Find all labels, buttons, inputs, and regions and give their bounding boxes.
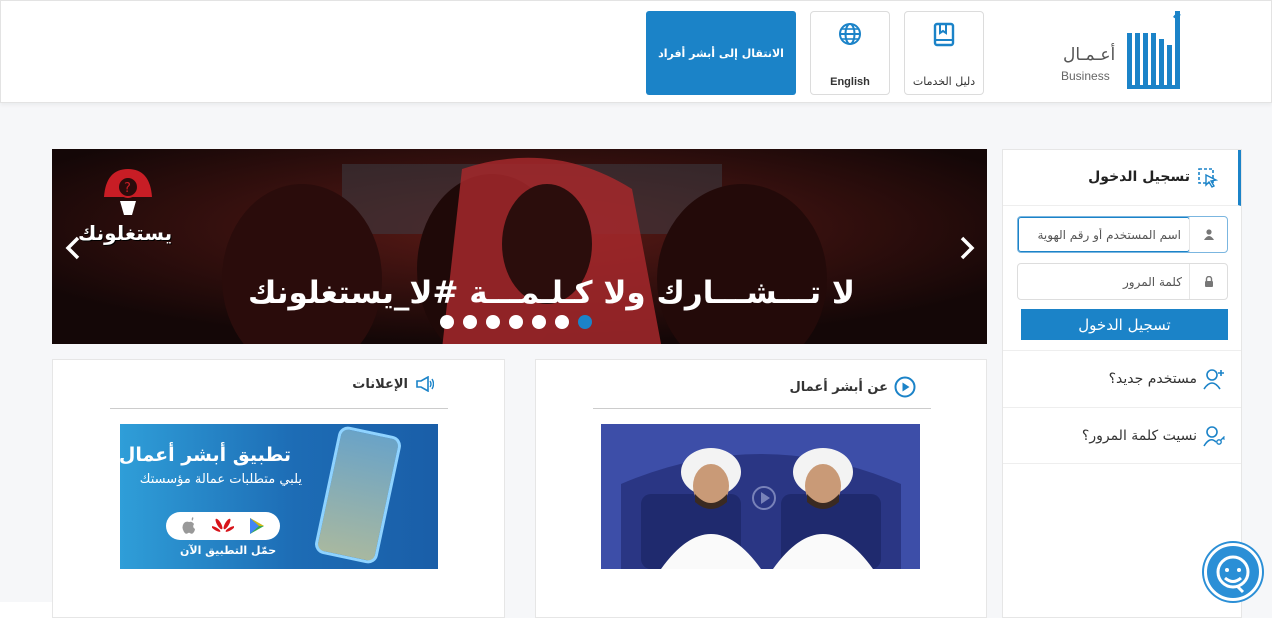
campaign-name: يستغلونك <box>78 221 173 245</box>
about-title: عن أبشر أعمال <box>790 376 917 398</box>
play-circle-icon <box>894 376 916 398</box>
hero-carousel: ? يستغلونك <box>52 149 987 344</box>
top-header: أعـمـال Business دليل الخدمات English ال… <box>0 0 1272 103</box>
logo-text-arabic: أعـمـال <box>1063 45 1116 65</box>
about-title-text: عن أبشر أعمال <box>789 379 889 395</box>
carousel-prev-arrow-icon[interactable] <box>62 236 86 260</box>
carousel-indicators <box>440 315 592 329</box>
services-guide-label: دليل الخدمات <box>912 75 976 88</box>
app-store-badges <box>166 512 280 540</box>
user-key-icon <box>1203 425 1225 446</box>
carousel-dot[interactable] <box>463 315 477 329</box>
huawei-icon <box>211 518 234 532</box>
password-input[interactable] <box>1018 264 1190 299</box>
app-ad-banner[interactable]: تطبيق أبشر أعمال يلبي متطلبات عمالة مؤسس… <box>120 424 438 569</box>
username-input[interactable] <box>1018 217 1190 252</box>
banner-headline: لا تـــشـــارك ولا كـلـمـــة #لا_يستغلون… <box>248 275 855 311</box>
forgot-password-link[interactable]: نسيت كلمة المرور؟ <box>1003 407 1241 464</box>
services-guide-button[interactable]: دليل الخدمات <box>904 11 984 95</box>
carousel-dot[interactable] <box>509 315 523 329</box>
login-header: تسجيل الدخول <box>1003 150 1241 206</box>
language-label: English <box>830 76 870 88</box>
login-submit-button[interactable]: تسجيل الدخول <box>1021 309 1228 340</box>
book-icon <box>933 22 955 47</box>
google-play-icon <box>249 518 264 534</box>
ad-title: تطبيق أبشر أعمال <box>120 444 291 466</box>
announcements-title-text: الإعلانات <box>352 376 408 392</box>
announcements-card: الإعلانات تطبيق أبشر أعمال يلبي متطلبات … <box>52 359 505 618</box>
new-user-link[interactable]: مستخدم جديد؟ <box>1003 350 1241 407</box>
new-user-label: مستخدم جديد؟ <box>1108 371 1197 387</box>
login-title: تسجيل الدخول <box>1088 169 1190 185</box>
login-panel: تسجيل الدخول تسجيل الدخول مستخدم جديد؟ ن… <box>1002 149 1242 618</box>
phone-illustration <box>313 424 403 566</box>
announcements-title: الإعلانات <box>352 376 434 392</box>
carousel-dot[interactable] <box>486 315 500 329</box>
user-icon <box>1189 217 1227 252</box>
ad-subtitle: يلبي متطلبات عمالة مؤسستك <box>139 472 302 487</box>
forgot-password-label: نسيت كلمة المرور؟ <box>1081 427 1197 444</box>
globe-icon <box>839 23 861 45</box>
megaphone-icon <box>416 376 434 392</box>
carousel-next-arrow-icon[interactable] <box>954 236 978 260</box>
username-field <box>1017 216 1228 253</box>
chat-support-button[interactable] <box>1204 543 1262 601</box>
carousel-dot-active[interactable] <box>578 315 592 329</box>
switch-to-individuals-button[interactable]: الانتقال إلى أبشر أفراد <box>646 11 796 95</box>
divider <box>110 408 448 409</box>
page-footer-edge <box>0 602 52 618</box>
chat-bot-icon <box>1216 555 1250 594</box>
about-video-thumbnail[interactable] <box>601 424 920 569</box>
carousel-dot[interactable] <box>555 315 569 329</box>
video-illustration <box>601 424 920 569</box>
about-card: عن أبشر أعمال <box>535 359 987 618</box>
svg-text:?: ? <box>124 181 131 196</box>
login-cursor-icon <box>1198 168 1218 188</box>
divider <box>593 408 931 409</box>
add-user-icon <box>1203 369 1224 390</box>
apple-icon <box>182 517 196 534</box>
logo-text-english: Business <box>1061 69 1110 83</box>
carousel-dot[interactable] <box>440 315 454 329</box>
ad-download-cta: حمّل التطبيق الآن <box>180 544 277 557</box>
password-field <box>1017 263 1228 300</box>
language-switch-button[interactable]: English <box>810 11 890 95</box>
lock-icon <box>1189 264 1227 299</box>
carousel-dot[interactable] <box>532 315 546 329</box>
